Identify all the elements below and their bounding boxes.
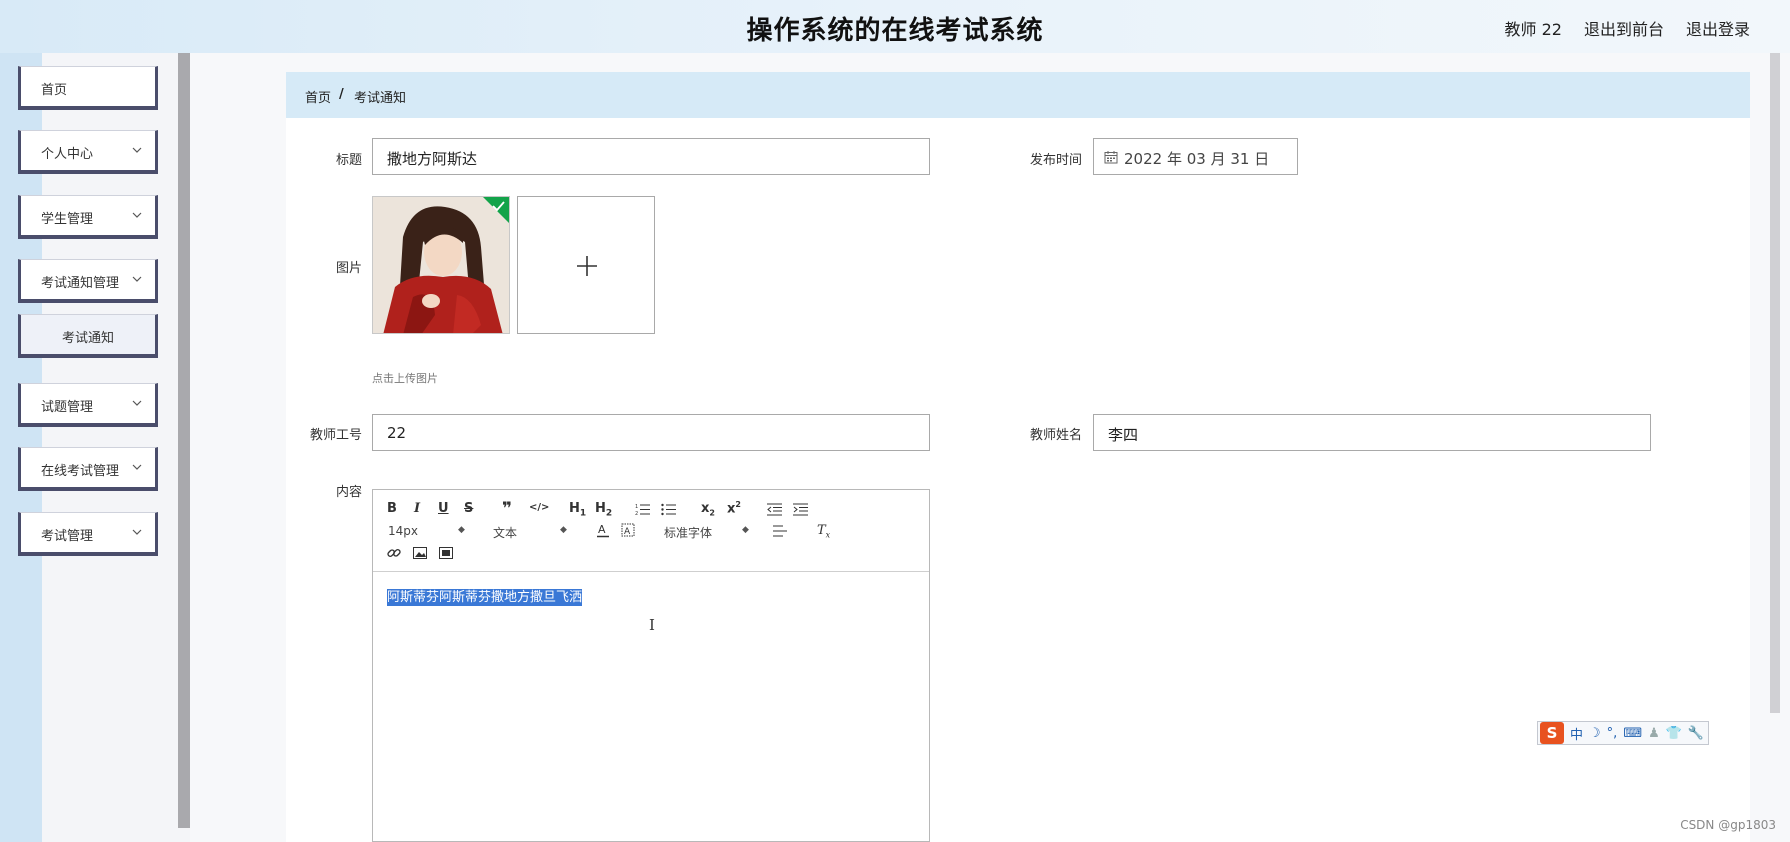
skin-icon[interactable]: 👕 xyxy=(1666,726,1682,741)
svg-text:2: 2 xyxy=(635,511,638,516)
code-icon[interactable]: </> xyxy=(529,502,549,513)
title-input[interactable]: 撒地方阿斯达 xyxy=(372,138,930,175)
heading2-icon[interactable]: H2 xyxy=(595,501,612,519)
strikethrough-icon[interactable]: S xyxy=(464,501,473,516)
outdent-icon[interactable] xyxy=(767,503,782,516)
chevron-down-icon xyxy=(132,464,142,470)
chevron-down-icon xyxy=(132,212,142,218)
sidebar-item-label: 考试管理 xyxy=(41,529,94,544)
clear-format-icon[interactable]: Tx xyxy=(817,523,830,540)
page-scrollbar[interactable] xyxy=(1770,53,1780,713)
ime-toolbar[interactable]: S 中 ☽ °, ⌨ ♟ 👕 🔧 xyxy=(1537,721,1709,745)
background-color-icon[interactable]: A xyxy=(621,523,635,538)
breadcrumb: 首页 / 考试通知 xyxy=(286,72,1750,118)
sidebar-item-exam-management[interactable]: 考试管理 xyxy=(18,512,158,556)
sidebar-item-label: 学生管理 xyxy=(41,212,94,227)
moon-icon[interactable]: ☽ xyxy=(1589,726,1601,741)
selected-content-text: 阿斯蒂芬阿斯蒂芬撒地方撒旦飞洒 xyxy=(387,589,583,606)
sidebar-subitem-exam-notice[interactable]: 考试通知 xyxy=(18,314,158,358)
chevron-down-icon xyxy=(132,147,142,153)
blockquote-icon[interactable]: ❞ xyxy=(502,499,512,519)
sogou-logo-icon: S xyxy=(1540,722,1564,744)
punctuation-icon[interactable]: °, xyxy=(1607,726,1618,741)
teacher-name-input[interactable]: 李四 xyxy=(1093,414,1651,451)
ime-language[interactable]: 中 xyxy=(1570,724,1583,743)
sidebar-item-student-management[interactable]: 学生管理 xyxy=(18,195,158,239)
subscript-icon[interactable]: x2 xyxy=(701,501,715,518)
sidebar-item-label: 首页 xyxy=(41,83,68,98)
breadcrumb-current: 考试通知 xyxy=(354,91,407,106)
link-icon[interactable] xyxy=(387,546,401,560)
block-type-value: 文本 xyxy=(493,526,518,540)
svg-text:A: A xyxy=(624,527,631,537)
svg-text:A: A xyxy=(598,523,606,536)
publish-time-label: 发布时间 xyxy=(1029,153,1082,168)
bold-icon[interactable]: B xyxy=(387,501,397,516)
select-arrow-icon: ◆ xyxy=(458,525,465,535)
bullet-list-icon[interactable] xyxy=(661,503,676,516)
select-arrow-icon: ◆ xyxy=(742,525,749,535)
plus-icon xyxy=(577,256,597,276)
calendar-icon xyxy=(1104,151,1118,164)
font-family-value: 标准字体 xyxy=(664,526,713,540)
image-insert-icon[interactable] xyxy=(413,547,427,559)
keyboard-icon[interactable]: ⌨ xyxy=(1623,726,1642,741)
top-header: 操作系统的在线考试系统 教师 22 退出到前台 退出登录 xyxy=(0,0,1790,53)
breadcrumb-home[interactable]: 首页 xyxy=(305,87,331,106)
chevron-down-icon xyxy=(132,400,142,406)
back-to-front-link[interactable]: 退出到前台 xyxy=(1584,16,1664,40)
font-size-select[interactable]: 14px ◆ xyxy=(388,524,468,538)
chevron-down-icon xyxy=(132,529,142,535)
chevron-down-icon xyxy=(132,276,142,282)
current-user[interactable]: 教师 22 xyxy=(1505,16,1562,40)
heading1-icon[interactable]: H1 xyxy=(569,501,586,519)
logout-link[interactable]: 退出登录 xyxy=(1686,16,1750,40)
sidebar-item-personal-center[interactable]: 个人中心 xyxy=(18,130,158,174)
sidebar-item-question-management[interactable]: 试题管理 xyxy=(18,383,158,427)
sidebar-item-label: 个人中心 xyxy=(41,147,94,162)
align-icon[interactable] xyxy=(773,525,787,537)
video-insert-icon[interactable] xyxy=(439,547,453,559)
content-label: 内容 xyxy=(335,485,362,500)
teacher-id-label: 教师工号 xyxy=(309,428,362,443)
image-label: 图片 xyxy=(335,261,362,276)
underline-icon[interactable]: U xyxy=(438,501,449,516)
settings-wrench-icon[interactable]: 🔧 xyxy=(1688,726,1704,741)
rich-text-editor[interactable]: B I U S ❞ </> H1 H2 12 x2 x2 14px ◆ 文本 ◆… xyxy=(372,489,930,842)
editor-content-area[interactable]: 阿斯蒂芬阿斯蒂芬撒地方撒旦飞洒 xyxy=(387,586,583,606)
watermark: CSDN @gp1803 xyxy=(1680,818,1776,832)
portrait-image xyxy=(373,197,509,333)
sidebar-item-label: 在线考试管理 xyxy=(41,464,120,479)
uploaded-image-thumbnail[interactable] xyxy=(372,196,510,334)
breadcrumb-separator: / xyxy=(339,87,344,102)
teacher-id-input[interactable]: 22 xyxy=(372,414,930,451)
svg-text:1: 1 xyxy=(635,504,638,510)
text-cursor-icon: I xyxy=(649,616,655,634)
italic-icon[interactable]: I xyxy=(414,501,420,516)
publish-time-value: 2022 年 03 月 31 日 xyxy=(1124,150,1270,168)
publish-time-picker[interactable]: 2022 年 03 月 31 日 xyxy=(1093,138,1298,175)
ordered-list-icon[interactable]: 12 xyxy=(635,503,650,516)
sidebar-item-home[interactable]: 首页 xyxy=(18,66,158,110)
sidebar-item-online-exam-management[interactable]: 在线考试管理 xyxy=(18,447,158,491)
font-color-icon[interactable]: A xyxy=(596,523,610,538)
title-label: 标题 xyxy=(335,153,362,168)
sidebar-item-exam-notice-management[interactable]: 考试通知管理 xyxy=(18,259,158,303)
sidebar-item-label: 考试通知 xyxy=(61,331,114,346)
sidebar-item-label: 试题管理 xyxy=(41,400,94,415)
indent-icon[interactable] xyxy=(793,503,808,516)
voice-icon[interactable]: ♟ xyxy=(1648,726,1660,741)
teacher-name-label: 教师姓名 xyxy=(1029,428,1082,443)
editor-toolbar: B I U S ❞ </> H1 H2 12 x2 x2 14px ◆ 文本 ◆… xyxy=(373,490,929,572)
superscript-icon[interactable]: x2 xyxy=(727,500,741,516)
select-arrow-icon: ◆ xyxy=(560,525,567,535)
upload-hint: 点击上传图片 xyxy=(372,372,438,385)
header-links: 教师 22 退出到前台 退出登录 xyxy=(1505,16,1750,40)
sidebar-scrollbar[interactable] xyxy=(178,53,190,828)
sidebar-item-label: 考试通知管理 xyxy=(41,276,120,291)
block-type-select[interactable]: 文本 ◆ xyxy=(493,524,573,541)
font-family-select[interactable]: 标准字体 ◆ xyxy=(664,524,754,541)
image-upload-button[interactable] xyxy=(517,196,655,334)
font-size-value: 14px xyxy=(388,524,418,538)
